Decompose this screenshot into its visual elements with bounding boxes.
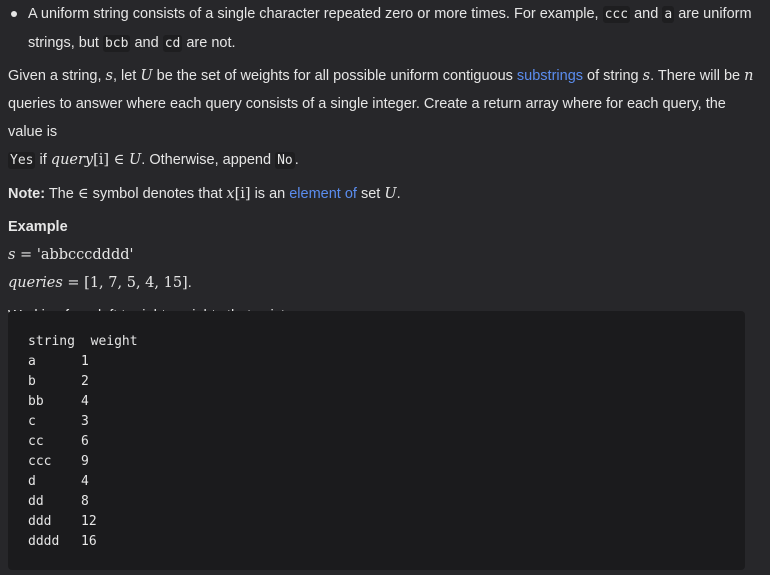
bullet-dot-icon [11, 11, 17, 17]
text: . There will be [650, 68, 745, 84]
string-cell: ddd [28, 514, 52, 529]
table-row: cc 6 [28, 432, 138, 452]
math-value: 'abbcccdddd' [36, 247, 134, 263]
text: The [45, 186, 78, 202]
weight-cell: 8 [81, 494, 89, 509]
math-symbol: ∈ [77, 186, 89, 202]
string-cell: c [28, 414, 36, 429]
string-cell: dddd [28, 534, 60, 549]
weight-cell: 9 [81, 454, 89, 469]
text: Given a string, [8, 68, 106, 84]
weight-cell: 6 [81, 434, 89, 449]
inline-code: cd [162, 35, 183, 52]
weights-table: string weight a 1 b 2 bb 4 c 3 cc 6 ccc 9 d 4 dd 8 ddd 12 d… [28, 332, 138, 552]
weight-cell: 4 [81, 394, 89, 409]
math-var: [i] [93, 152, 110, 168]
table-row: d4 [28, 472, 138, 492]
weight-cell: 3 [81, 414, 89, 429]
bullet-uniform-definition: A uniform string consists of a single ch… [8, 0, 763, 58]
substrings-link[interactable]: substrings [517, 68, 583, 84]
math-var: s [105, 68, 113, 84]
bullet-text: strings, but [28, 35, 103, 51]
math-symbol: = [62, 275, 85, 291]
math-var: n [744, 68, 754, 84]
weights-code-block: string weight a 1 b 2 bb 4 c 3 cc 6 ccc 9 d 4 dd 8 ddd 12 d… [8, 311, 745, 570]
text: is an [250, 186, 290, 202]
text: if [35, 152, 51, 168]
text: . Otherwise, append [141, 152, 276, 168]
string-cell: cc [28, 434, 44, 449]
string-cell: bb [28, 394, 44, 409]
inline-code: Yes [8, 152, 36, 169]
text: . [187, 275, 192, 291]
table-row: c3 [28, 412, 138, 432]
inline-code: No [275, 152, 295, 169]
math-var: s [642, 68, 651, 84]
string-cell: d [28, 474, 36, 489]
weight-cell: 2 [81, 374, 89, 389]
string-cell: a [28, 354, 36, 369]
inline-code: bcb [102, 35, 131, 52]
bullet-text: A uniform string consists of a single ch… [28, 6, 603, 22]
example-queries: queries = [1, 7, 5, 4, 15]. [8, 269, 763, 297]
table-row: ccc 9 [28, 452, 138, 472]
weight-cell: 4 [81, 474, 89, 489]
weight-cell: 16 [81, 534, 97, 549]
math-var: query [50, 152, 94, 168]
table-row: b2 [28, 372, 138, 392]
bullet-text: and [130, 35, 163, 51]
bullet-text: and [630, 6, 663, 22]
weight-cell: 1 [81, 354, 89, 369]
table-header: string weight [28, 334, 138, 349]
math-var: U [384, 186, 397, 202]
element-of-link[interactable]: element of [289, 186, 357, 202]
text: be the set of weights for all possible u… [152, 68, 517, 84]
text: queries to answer where each query consi… [8, 96, 726, 140]
text: symbol denotes that [88, 186, 227, 202]
text: . [294, 152, 299, 168]
problem-description: Given a string, s, let U be the set of w… [8, 62, 763, 175]
string-cell: b [28, 374, 36, 389]
table-row: bb 4 [28, 392, 138, 412]
example-s: s = 'abbcccdddd' [8, 241, 763, 269]
math-symbol: = [15, 247, 37, 263]
example-heading: Example [8, 219, 68, 235]
table-row: a1 [28, 352, 138, 372]
bullet-text: are not. [182, 35, 236, 51]
table-row: ddd 12 [28, 512, 138, 532]
table-row: dddd 16 [28, 532, 138, 552]
problem-content: A uniform string consists of a single ch… [8, 0, 763, 330]
string-cell: ccc [28, 454, 52, 469]
string-cell: dd [28, 494, 44, 509]
math-var: U [140, 68, 153, 84]
text: of string [583, 68, 643, 84]
math-value: [1, 7, 5, 4, 15] [84, 275, 188, 291]
math-var: [i] [234, 186, 251, 202]
math-var: x [226, 186, 235, 202]
inline-code: ccc [602, 6, 631, 23]
inline-code: a [662, 6, 675, 23]
table-row: dd 8 [28, 492, 138, 512]
note-label: Note: [8, 186, 46, 202]
note-paragraph: Note: The ∈ symbol denotes that x[i] is … [8, 180, 763, 208]
bullet-text: are uniform [674, 6, 752, 22]
text: set [356, 186, 385, 202]
weight-cell: 12 [81, 514, 97, 529]
math-symbol: ∈ [109, 152, 130, 168]
math-var: queries [8, 275, 63, 291]
text: . [396, 186, 401, 202]
math-var: U [129, 152, 142, 168]
text: , let [112, 68, 141, 84]
